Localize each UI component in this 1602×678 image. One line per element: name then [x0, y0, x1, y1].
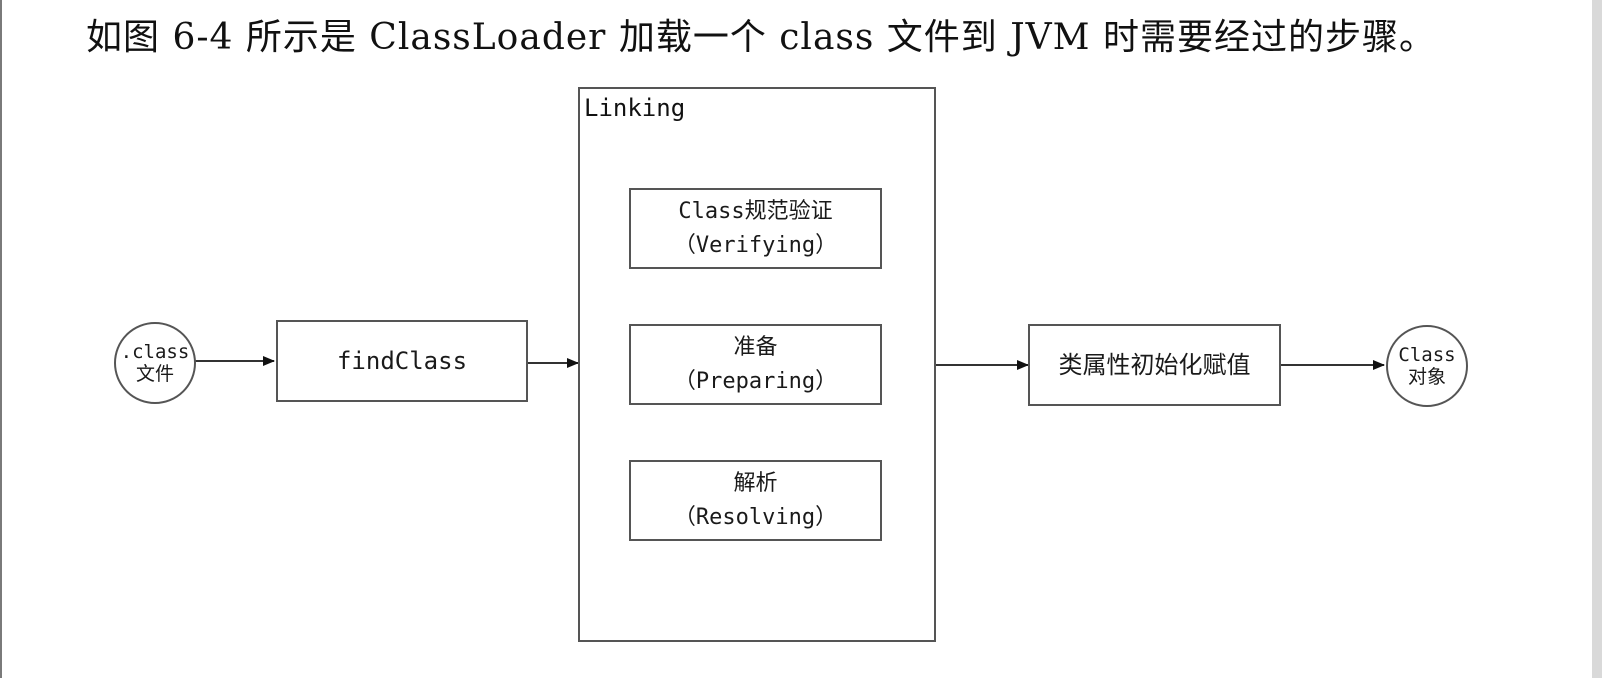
find-class-node: findClass: [276, 320, 528, 402]
preparing-label-line1: 准备: [733, 334, 778, 360]
class-object-label-line1: Class: [1398, 344, 1456, 366]
resolving-label-line2: （Resolving）: [673, 504, 838, 530]
verifying-label-line2: （Verifying）: [673, 232, 838, 258]
resolving-node: 解析 （Resolving）: [629, 460, 882, 541]
init-node: 类属性初始化赋值: [1028, 324, 1281, 406]
linking-title: Linking: [584, 94, 686, 122]
class-file-label-line1: .class: [120, 341, 190, 363]
class-object-label-line2: 对象: [1407, 366, 1446, 388]
class-object-node: Class 对象: [1386, 325, 1468, 407]
preparing-node: 准备 （Preparing）: [629, 324, 882, 405]
class-file-node: .class 文件: [114, 322, 196, 404]
preparing-label-line2: （Preparing）: [673, 368, 838, 394]
resolving-label-line1: 解析: [733, 470, 778, 496]
verifying-label-line1: Class规范验证: [678, 198, 833, 224]
class-file-label-line2: 文件: [135, 363, 174, 385]
find-class-label: findClass: [336, 347, 468, 375]
verifying-node: Class规范验证 （Verifying）: [629, 188, 882, 269]
init-label: 类属性初始化赋值: [1058, 351, 1251, 379]
